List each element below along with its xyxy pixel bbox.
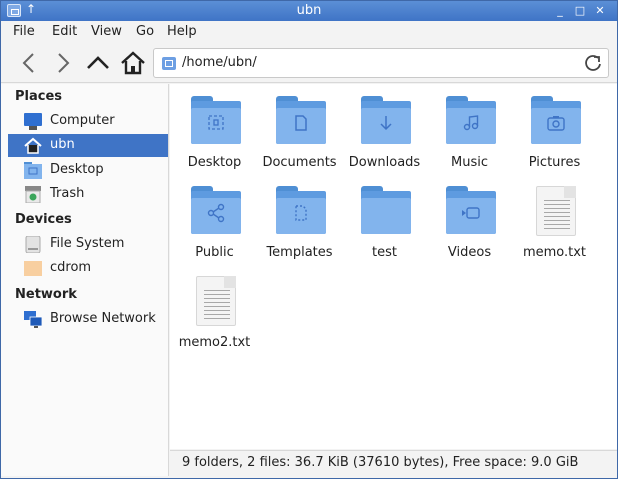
- file-item-label: test: [372, 245, 397, 260]
- sidebar-item-label: Desktop: [50, 162, 104, 177]
- sidebar-header-places: Places: [15, 89, 63, 104]
- file-item-videos[interactable]: Videos: [427, 174, 512, 262]
- sidebar: Places Computer ubn Desktop Trash Device…: [1, 84, 169, 476]
- file-item-test[interactable]: test: [342, 174, 427, 262]
- network-icon: [24, 311, 42, 328]
- file-view[interactable]: Desktop Documents Downloads Music Pictur…: [170, 84, 617, 449]
- sidebar-header-network: Network: [15, 287, 77, 302]
- file-item-memo-txt[interactable]: memo.txt: [512, 174, 597, 262]
- sidebar-item-label: cdrom: [50, 260, 92, 275]
- text-file-icon: [191, 276, 241, 326]
- menu-view[interactable]: View: [91, 24, 122, 39]
- sidebar-item-label: File System: [50, 236, 125, 251]
- sidebar-item-browse-network[interactable]: Browse Network: [8, 308, 168, 331]
- file-item-memo2-txt[interactable]: memo2.txt: [172, 264, 257, 352]
- file-item-label: Videos: [447, 245, 492, 260]
- minimize-button[interactable]: _: [552, 4, 568, 18]
- music-folder-icon: [446, 96, 496, 144]
- file-item-label: Public: [195, 245, 234, 260]
- chevron-right-icon: [58, 53, 70, 73]
- file-item-pictures[interactable]: Pictures: [512, 84, 597, 172]
- chevron-up-icon: [87, 56, 109, 69]
- sidebar-item-label: Browse Network: [50, 311, 156, 326]
- home-button[interactable]: [119, 49, 147, 77]
- title-bar[interactable]: ↑ ubn _ □ ✕: [1, 1, 617, 21]
- sidebar-item-desktop[interactable]: Desktop: [8, 159, 168, 182]
- file-item-label: memo2.txt: [178, 335, 251, 350]
- menu-help[interactable]: Help: [167, 24, 197, 39]
- sidebar-item-label: Computer: [50, 113, 115, 128]
- sidebar-item-cdrom[interactable]: cdrom: [8, 257, 168, 280]
- templates-folder-icon: [276, 186, 326, 234]
- file-item-downloads[interactable]: Downloads: [342, 84, 427, 172]
- text-file-icon: [531, 186, 581, 236]
- file-item-label: Templates: [266, 245, 333, 260]
- videos-folder-icon: [446, 186, 496, 234]
- file-item-label: Pictures: [528, 155, 581, 170]
- file-item-music[interactable]: Music: [427, 84, 512, 172]
- menu-file[interactable]: File: [13, 24, 35, 39]
- file-manager-window: ↑ ubn _ □ ✕ File Edit View Go Help /home…: [0, 0, 618, 479]
- chevron-left-icon: [22, 53, 34, 73]
- computer-icon: [24, 113, 42, 130]
- file-item-label: Downloads: [348, 155, 421, 170]
- back-button[interactable]: [15, 49, 43, 77]
- sidebar-header-devices: Devices: [15, 212, 72, 227]
- maximize-button[interactable]: □: [572, 4, 588, 18]
- sidebar-item-computer[interactable]: Computer: [8, 110, 168, 133]
- drive-icon: [25, 236, 41, 253]
- sidebar-item-file-system[interactable]: File System: [8, 233, 168, 256]
- window-title: ubn: [296, 3, 322, 18]
- path-input[interactable]: /home/ubn/: [182, 55, 257, 70]
- file-item-documents[interactable]: Documents: [257, 84, 342, 172]
- trash-icon: [25, 186, 41, 203]
- forward-button[interactable]: [49, 49, 77, 77]
- downloads-folder-icon: [361, 96, 411, 144]
- sidebar-item-label: Trash: [50, 186, 85, 201]
- file-item-public[interactable]: Public: [172, 174, 257, 262]
- desktop-folder-icon: [24, 162, 42, 179]
- status-text: 9 folders, 2 files: 36.7 KiB (37610 byte…: [182, 455, 579, 470]
- file-item-templates[interactable]: Templates: [257, 174, 342, 262]
- documents-folder-icon: [276, 96, 326, 144]
- sidebar-item-ubn[interactable]: ubn: [8, 134, 168, 157]
- cdrom-icon: [24, 261, 42, 276]
- up-button[interactable]: [84, 49, 112, 77]
- toolbar: /home/ubn/: [1, 43, 617, 83]
- sidebar-item-trash[interactable]: Trash: [8, 183, 168, 206]
- pictures-folder-icon: [531, 96, 581, 144]
- folder-icon: [361, 186, 411, 234]
- public-folder-icon: [191, 186, 241, 234]
- file-item-desktop[interactable]: Desktop: [172, 84, 257, 172]
- file-item-label: Desktop: [187, 155, 242, 170]
- file-item-label: Documents: [262, 155, 337, 170]
- file-item-label: Music: [451, 155, 488, 170]
- status-bar: 9 folders, 2 files: 36.7 KiB (37610 byte…: [170, 450, 617, 476]
- home-icon: [24, 137, 42, 154]
- file-item-label: memo.txt: [522, 245, 587, 260]
- path-bar[interactable]: /home/ubn/: [153, 48, 609, 78]
- sidebar-item-label: ubn: [50, 137, 75, 152]
- menu-go[interactable]: Go: [136, 24, 154, 39]
- home-icon: [121, 51, 145, 75]
- reload-icon[interactable]: [582, 52, 604, 74]
- desktop-folder-icon: [191, 96, 241, 144]
- menu-edit[interactable]: Edit: [52, 24, 77, 39]
- close-button[interactable]: ✕: [592, 4, 608, 18]
- home-folder-icon: [162, 57, 176, 70]
- menu-bar: File Edit View Go Help: [1, 21, 617, 43]
